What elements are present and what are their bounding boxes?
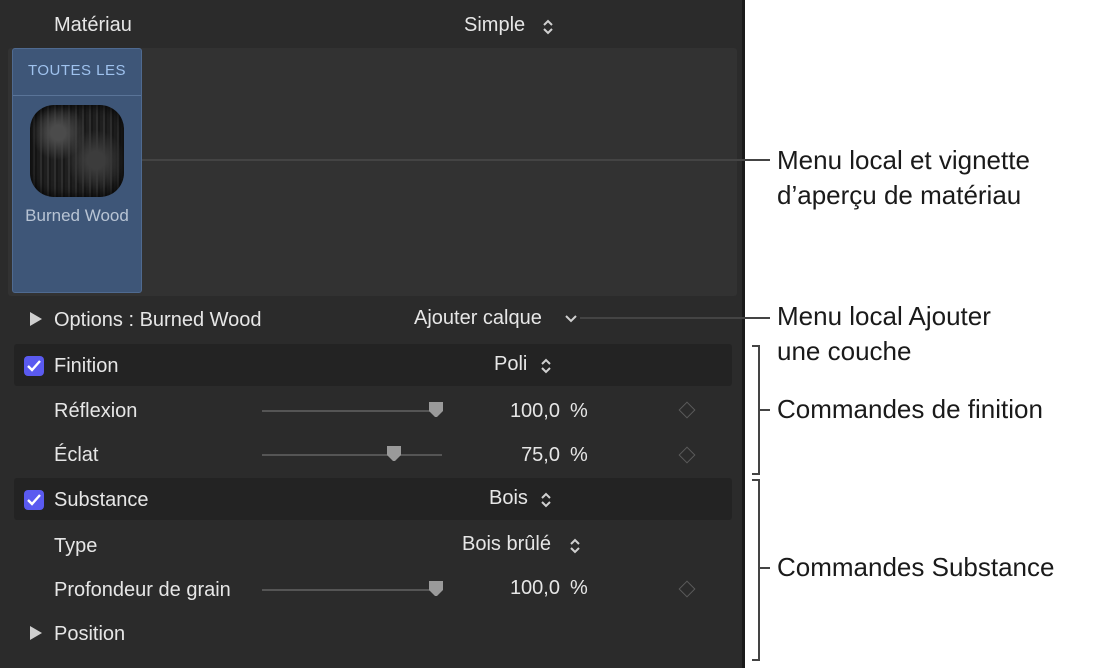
type-popup[interactable]: Bois brûlé	[455, 531, 595, 559]
options-label: Options : Burned Wood	[54, 309, 262, 331]
substance-value: Bois	[489, 487, 528, 509]
finish-label: Finition	[54, 355, 119, 377]
material-type-popup[interactable]: Simple	[440, 12, 580, 40]
disclosure-triangle-icon[interactable]	[30, 312, 42, 326]
callout-add-layer-line2: une couche	[777, 336, 912, 366]
callout-substance-controls: Commandes Substance	[777, 552, 1055, 582]
finish-row	[14, 344, 732, 386]
updown-icon	[541, 358, 551, 374]
thumbnail-label: Burned Wood	[25, 206, 129, 225]
shine-value[interactable]: 75,0	[460, 444, 560, 467]
material-thumbnail-card[interactable]: TOUTES LES Burned Wood	[12, 48, 142, 293]
callout-line	[760, 567, 770, 569]
finish-popup[interactable]: Poli	[480, 351, 580, 379]
library-category-label: TOUTES LES	[27, 62, 127, 79]
shine-slider-knob[interactable]	[386, 445, 402, 461]
callout-line	[760, 409, 770, 411]
updown-icon	[570, 538, 580, 554]
callout-line	[142, 159, 770, 161]
grain-depth-value[interactable]: 100,0	[460, 577, 560, 600]
type-label: Type	[54, 535, 98, 557]
inspector-panel: Matériau Simple TOUTES LES Burned Wood O…	[0, 0, 745, 668]
keyframe-diamond-icon[interactable]	[678, 446, 696, 464]
chevron-down-icon	[565, 315, 577, 323]
type-value: Bois brûlé	[462, 533, 551, 555]
bracket	[752, 479, 760, 661]
burned-wood-thumbnail[interactable]	[30, 105, 124, 197]
checkmark-icon	[27, 494, 41, 506]
substance-checkbox[interactable]	[24, 490, 44, 510]
callout-material-menu-line2: d’aperçu de matériau	[777, 180, 1022, 210]
reflection-slider-knob[interactable]	[428, 401, 444, 417]
shine-unit: %	[570, 444, 588, 466]
finish-value: Poli	[494, 353, 528, 375]
library-category-popup[interactable]: TOUTES LES	[13, 49, 141, 96]
reflection-value[interactable]: 100,0	[460, 400, 560, 423]
grain-depth-slider-track[interactable]	[262, 589, 442, 591]
material-label: Matériau	[54, 14, 132, 36]
updown-icon	[541, 492, 551, 508]
substance-label: Substance	[54, 489, 149, 511]
checkmark-icon	[27, 360, 41, 372]
add-layer-label: Ajouter calque	[414, 307, 542, 329]
panel-edge	[742, 0, 745, 668]
keyframe-diamond-icon[interactable]	[678, 401, 696, 419]
updown-icon	[543, 19, 553, 35]
callout-material-menu-line1: Menu local et vignette	[777, 145, 1030, 175]
grain-depth-label: Profondeur de grain	[54, 579, 231, 601]
bracket	[752, 345, 760, 475]
disclosure-triangle-icon[interactable]	[30, 626, 42, 640]
substance-popup[interactable]: Bois	[474, 485, 584, 513]
grain-depth-unit: %	[570, 577, 588, 599]
callout-line	[580, 317, 770, 319]
shine-slider-track[interactable]	[262, 454, 442, 456]
reflection-slider-track[interactable]	[262, 410, 442, 412]
callout-finish-controls: Commandes de finition	[777, 394, 1043, 424]
reflection-unit: %	[570, 400, 588, 422]
keyframe-diamond-icon[interactable]	[678, 580, 696, 598]
callout-add-layer: Menu local Ajouter une couche	[777, 299, 991, 369]
callout-add-layer-line1: Menu local Ajouter	[777, 301, 991, 331]
reflection-label: Réflexion	[54, 400, 138, 422]
finish-checkbox[interactable]	[24, 356, 44, 376]
callout-material-menu: Menu local et vignette d’aperçu de matér…	[777, 143, 1030, 213]
material-type-value: Simple	[464, 14, 526, 36]
position-label: Position	[54, 623, 126, 645]
add-layer-menu[interactable]: Ajouter calque	[410, 305, 585, 333]
grain-depth-slider-knob[interactable]	[428, 580, 444, 596]
shine-label: Éclat	[54, 444, 99, 466]
